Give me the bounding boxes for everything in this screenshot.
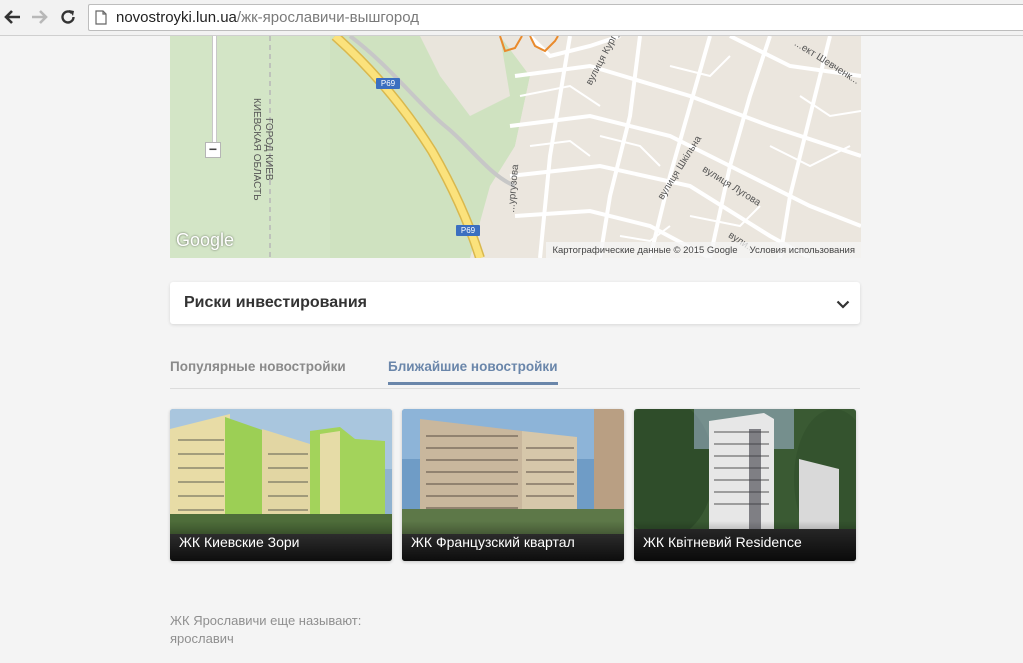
reload-icon[interactable]: [57, 6, 79, 28]
page-icon: [95, 10, 107, 30]
google-logo: Google: [176, 230, 235, 250]
address-bar[interactable]: novostroyki.lun.ua/жк-ярославичи-вышгоро…: [88, 4, 1023, 31]
url-host: novostroyki.lun.ua: [116, 9, 237, 26]
novostroyki-tabs: Популярные новостройки Ближайшие новостр…: [170, 351, 860, 389]
zoom-out-button[interactable]: −: [205, 142, 221, 158]
also-known-as: ЖК Ярославичи еще называют: ярославич: [170, 612, 361, 648]
map-label-city: ГОРОД КИЕВ: [263, 118, 274, 181]
zoom-slider[interactable]: [212, 36, 217, 142]
map-terms-link[interactable]: Условия использования: [750, 245, 855, 256]
browser-toolbar: novostroyki.lun.ua/жк-ярославичи-вышгоро…: [0, 0, 1023, 36]
forward-icon[interactable]: [28, 6, 50, 28]
tab-nearest[interactable]: Ближайшие новостройки: [388, 359, 558, 385]
url-text: novostroyki.lun.ua/жк-ярославичи-вышгоро…: [116, 9, 419, 26]
card-label-overlay: ЖК Квітневий Residence: [634, 521, 856, 561]
tab-popular[interactable]: Популярные новостройки: [170, 359, 346, 383]
road-shield: P69: [456, 225, 480, 236]
card-title: ЖК Французский квартал: [411, 534, 575, 550]
map-attribution-text: Картографические данные © 2015 Google: [552, 244, 738, 256]
back-icon[interactable]: [2, 6, 24, 28]
card-label-overlay: ЖК Французский квартал: [402, 521, 624, 561]
accordion-title: Риски инвестирования: [184, 294, 367, 311]
road-shield: P69: [376, 78, 400, 89]
map-label-region: КИЕВСКАЯ ОБЛАСТЬ: [251, 98, 262, 201]
project-card[interactable]: ЖК Французский квартал: [402, 409, 624, 561]
card-title: ЖК Квітневий Residence: [643, 534, 802, 550]
project-card[interactable]: ЖК Киевские Зори: [170, 409, 392, 561]
chevron-down-icon[interactable]: [836, 296, 850, 314]
card-label-overlay: ЖК Киевские Зори: [170, 521, 392, 561]
also-known-as-value: ярославич: [170, 631, 234, 646]
map[interactable]: − P69 P69 КИЕВСКАЯ ОБЛАСТЬ ГОРОД КИЕВ ву…: [170, 36, 861, 258]
investment-risks-accordion[interactable]: Риски инвестирования: [170, 282, 860, 324]
url-path: /жк-ярославичи-вышгород: [236, 9, 419, 26]
card-title: ЖК Киевские Зори: [179, 534, 300, 550]
also-known-as-label: ЖК Ярославичи еще называют:: [170, 613, 362, 628]
project-card[interactable]: ЖК Квітневий Residence: [634, 409, 856, 561]
map-attribution: Картографические данные © 2015 Google Ус…: [546, 242, 861, 258]
